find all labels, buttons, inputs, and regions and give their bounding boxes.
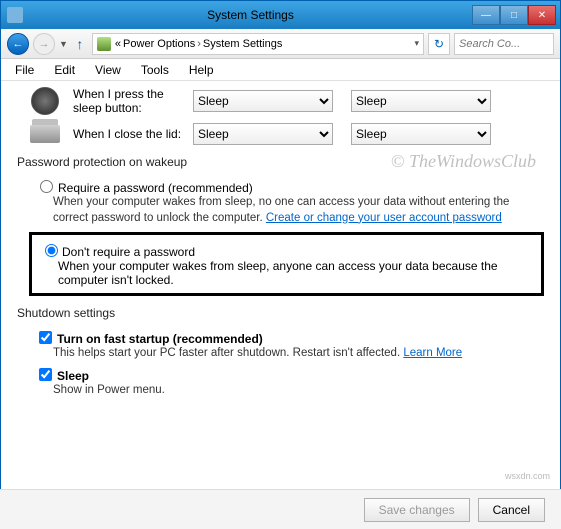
sleep-text: Sleep: [57, 369, 89, 383]
content-area: © TheWindowsClub When I press the sleep …: [1, 81, 560, 471]
dont-require-password-text: Don't require a password: [62, 245, 195, 259]
change-password-link[interactable]: Create or change your user account passw…: [266, 212, 502, 224]
breadcrumb-prefix: «: [115, 38, 121, 50]
back-button[interactable]: ←: [7, 33, 29, 55]
up-button[interactable]: ↑: [72, 33, 88, 55]
breadcrumb-dropdown-icon[interactable]: ▾: [414, 38, 419, 49]
menu-help[interactable]: Help: [179, 61, 224, 79]
title-bar: System Settings — □ ✕: [1, 1, 560, 29]
menu-file[interactable]: File: [5, 61, 44, 79]
maximize-button[interactable]: □: [500, 5, 528, 25]
dont-require-password-option: Don't require a password When your compu…: [29, 232, 544, 296]
password-section-title: Password protection on wakeup: [17, 155, 544, 169]
lid-battery-select[interactable]: Sleep: [193, 123, 333, 145]
sleep-icon: [31, 87, 59, 115]
require-password-radio-label[interactable]: Require a password (recommended): [35, 181, 253, 195]
fast-startup-option: Turn on fast startup (recommended) This …: [35, 328, 544, 359]
menu-edit[interactable]: Edit: [44, 61, 85, 79]
sleep-checkbox[interactable]: [39, 368, 52, 381]
window-title: System Settings: [29, 8, 472, 22]
minimize-button[interactable]: —: [472, 5, 500, 25]
lid-icon: [30, 125, 60, 143]
dont-require-password-desc: When your computer wakes from sleep, any…: [58, 259, 533, 287]
lid-plugged-select[interactable]: Sleep: [351, 123, 491, 145]
cancel-button[interactable]: Cancel: [478, 498, 545, 522]
history-dropdown-icon[interactable]: ▼: [59, 39, 68, 49]
menu-bar: File Edit View Tools Help: [1, 59, 560, 81]
sleep-battery-select[interactable]: Sleep: [193, 90, 333, 112]
breadcrumb[interactable]: « Power Options › System Settings ▾: [92, 33, 424, 55]
chevron-right-icon: ›: [197, 38, 201, 50]
require-password-radio[interactable]: [40, 180, 53, 193]
sleep-option: Sleep Show in Power menu.: [35, 365, 544, 396]
require-password-desc: When your computer wakes from sleep, no …: [53, 195, 544, 226]
sleep-plugged-select[interactable]: Sleep: [351, 90, 491, 112]
fast-startup-checkbox-label[interactable]: Turn on fast startup (recommended): [35, 332, 263, 346]
breadcrumb-part1[interactable]: Power Options: [123, 38, 195, 50]
nav-bar: ← → ▼ ↑ « Power Options › System Setting…: [1, 29, 560, 59]
dont-require-password-radio[interactable]: [45, 244, 58, 257]
lid-row: When I close the lid: Sleep Sleep: [17, 123, 544, 145]
footer-bar: Save changes Cancel: [0, 489, 561, 529]
close-button[interactable]: ✕: [528, 5, 556, 25]
require-password-option: Require a password (recommended) When yo…: [35, 177, 544, 226]
app-icon: [7, 7, 23, 23]
folder-icon: [97, 37, 111, 51]
sleep-button-label: When I press the sleep button:: [73, 87, 193, 115]
menu-view[interactable]: View: [85, 61, 131, 79]
fast-startup-checkbox[interactable]: [39, 331, 52, 344]
dont-require-password-radio-label[interactable]: Don't require a password: [40, 245, 195, 259]
search-input[interactable]: [454, 33, 554, 55]
refresh-button[interactable]: ↻: [428, 33, 450, 55]
menu-tools[interactable]: Tools: [131, 61, 179, 79]
shutdown-section-title: Shutdown settings: [17, 306, 544, 320]
fast-startup-desc: This helps start your PC faster after sh…: [53, 347, 544, 359]
save-button[interactable]: Save changes: [364, 498, 470, 522]
forward-button[interactable]: →: [33, 33, 55, 55]
credit: wsxdn.com: [1, 471, 560, 481]
lid-label: When I close the lid:: [73, 127, 193, 141]
require-password-text: Require a password (recommended): [58, 181, 253, 195]
sleep-desc: Show in Power menu.: [53, 384, 544, 396]
sleep-button-row: When I press the sleep button: Sleep Sle…: [17, 87, 544, 115]
sleep-checkbox-label[interactable]: Sleep: [35, 369, 89, 383]
learn-more-link[interactable]: Learn More: [403, 347, 462, 359]
breadcrumb-part2[interactable]: System Settings: [203, 38, 282, 50]
fast-startup-text: Turn on fast startup (recommended): [57, 332, 263, 346]
